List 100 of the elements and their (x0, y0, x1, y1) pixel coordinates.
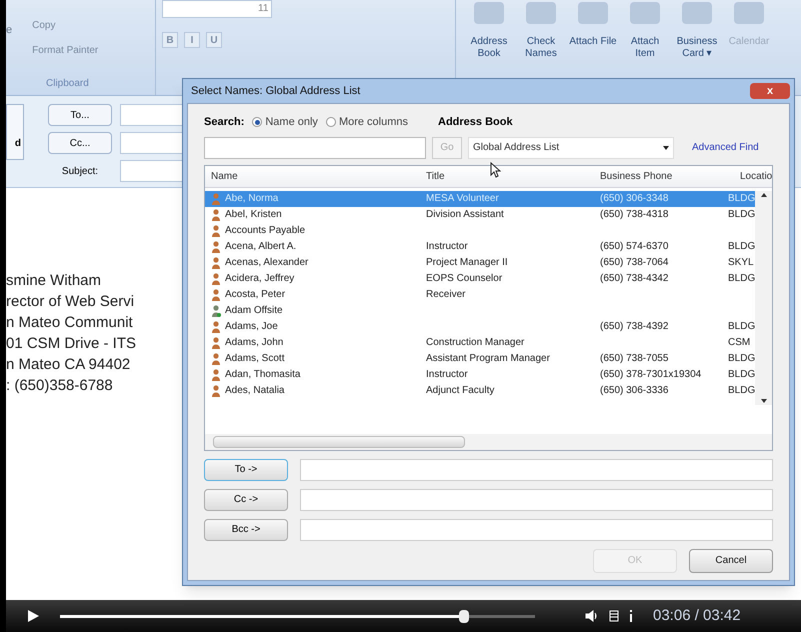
contact-row[interactable]: Adams, John Construction Manager CSM (205, 334, 756, 350)
paste-label: e (6, 23, 12, 38)
location-cell: BLDG (728, 273, 756, 284)
send-button[interactable]: d (6, 104, 24, 160)
play-icon[interactable] (26, 609, 40, 623)
title-cell: Adjunct Faculty (426, 385, 494, 396)
location-cell: BLDG (728, 353, 756, 364)
contact-row[interactable]: Abel, Kristen Division Assistant (650) 738-4318 BLDG (205, 206, 756, 222)
advanced-find-link[interactable]: Advanced Find (692, 140, 759, 155)
font-size-field[interactable]: 11 (162, 0, 272, 18)
signature-line: n Mateo CA 94402 (6, 355, 130, 375)
name-cell-text: Acosta, Peter (225, 288, 286, 302)
location-cell: BLDG (728, 193, 756, 204)
name-cell-text: Adams, Joe (225, 320, 278, 334)
person-icon (211, 192, 221, 204)
person-icon (211, 368, 221, 380)
phone-cell: (650) 738-7064 (600, 257, 668, 268)
column-header[interactable]: Business Phone (600, 168, 740, 184)
phone-cell: (650) 738-7055 (600, 353, 668, 364)
recipient-field[interactable] (300, 488, 773, 510)
ribbon-command[interactable]: Check Names (516, 2, 566, 95)
contact-row[interactable]: Accounts Payable (205, 222, 756, 238)
name-cell-text: Accounts Payable (225, 224, 306, 238)
person-icon (211, 256, 221, 268)
seek-handle[interactable] (458, 610, 468, 622)
phone-cell: (650) 306-3336 (600, 385, 668, 396)
location-cell: BLDG (728, 369, 756, 380)
search-radio[interactable]: Name only (252, 114, 318, 130)
title-cell: MESA Volunteer (426, 193, 499, 204)
location-cell: BLDG (728, 385, 756, 396)
person-icon (211, 352, 221, 364)
name-cell-text: Ades, Natalia (225, 384, 284, 398)
column-header[interactable]: Title (426, 168, 600, 184)
title-cell: EOPS Counselor (426, 273, 502, 284)
location-cell: BLDG (728, 209, 756, 220)
dialog-title: Select Names: Global Address List (190, 84, 360, 99)
chapters-icon[interactable] (609, 610, 619, 622)
contact-row[interactable]: Acenas, Alexander Project Manager II (650) 738-7064 SKYL (205, 254, 756, 270)
title-cell: Instructor (426, 369, 468, 380)
recipient-field[interactable] (300, 518, 773, 540)
video-time: 03:06 / 03:42 (653, 606, 741, 626)
title-cell: Division Assistant (426, 209, 504, 220)
contact-row[interactable]: Adan, Thomasita Instructor (650) 378-7301x19304 BLDG (205, 366, 756, 382)
name-cell-text: Adams, Scott (225, 352, 284, 366)
contact-row[interactable]: Acosta, Peter Receiver (205, 286, 756, 302)
column-header[interactable]: Name (205, 168, 426, 184)
volume-icon[interactable] (585, 610, 599, 622)
recipient-button[interactable]: Bcc -> (204, 518, 288, 540)
ribbon-command[interactable]: Address Book (464, 2, 514, 95)
address-button[interactable]: Cc... (48, 132, 112, 154)
location-cell: SKYL (728, 257, 754, 268)
dialog-button[interactable]: Cancel (689, 548, 773, 572)
person-icon (211, 320, 221, 332)
address-button[interactable]: To... (48, 104, 112, 126)
name-cell-text: Acidera, Jeffrey (225, 272, 294, 286)
signature-line: : (650)358-6788 (6, 376, 113, 396)
recipient-field[interactable] (300, 458, 773, 480)
search-radio[interactable]: More columns (326, 114, 408, 130)
address-book-dropdown[interactable]: Global Address List (468, 136, 674, 158)
ribbon-command[interactable]: Business Card ▾ (672, 2, 722, 95)
title-cell: Receiver (426, 289, 466, 300)
close-button[interactable]: x (750, 83, 790, 99)
horizontal-scrollbar[interactable] (205, 434, 772, 450)
phone-cell: (650) 738-4318 (600, 209, 668, 220)
column-header[interactable]: Locatio (740, 168, 772, 184)
contact-row[interactable]: Adams, Scott Assistant Program Manager (650) 738-7055 BLDG (205, 350, 756, 366)
person-icon (211, 240, 221, 252)
name-cell-text: Abel, Kristen (225, 208, 282, 222)
ribbon-command[interactable]: Attach File (568, 2, 618, 95)
name-cell-text: Acena, Albert A. (225, 240, 296, 254)
search-label: Search: (204, 115, 244, 130)
phone-cell: (650) 738-4392 (600, 321, 668, 332)
person-icon (211, 336, 221, 348)
person-icon (211, 288, 221, 300)
contact-row[interactable]: Adam Offsite (205, 302, 756, 318)
title-cell: Construction Manager (426, 337, 524, 348)
recipient-button[interactable]: Cc -> (204, 488, 288, 510)
title-cell: Assistant Program Manager (426, 353, 550, 364)
search-field[interactable] (204, 136, 426, 158)
phone-cell: (650) 378-7301x19304 (600, 369, 702, 380)
ribbon-command[interactable]: Attach Item (620, 2, 670, 95)
person-icon (211, 384, 221, 396)
recipient-button[interactable]: To -> (204, 458, 288, 480)
vertical-scrollbar[interactable] (755, 190, 772, 404)
title-cell: Project Manager II (426, 257, 508, 268)
signature-line: rector of Web Servi (6, 292, 134, 312)
name-cell-text: Acenas, Alexander (225, 256, 308, 270)
signature-line: n Mateo Communit (6, 313, 133, 333)
contact-row[interactable]: Acidera, Jeffrey EOPS Counselor (650) 738-4342 BLDG (205, 270, 756, 286)
name-cell-text: Adam Offsite (225, 304, 283, 318)
contact-row[interactable]: Adams, Joe (650) 738-4392 BLDG (205, 318, 756, 334)
name-cell-text: Adan, Thomasita (225, 368, 300, 382)
name-cell-text: Abe, Norma (225, 192, 278, 206)
location-cell: BLDG (728, 241, 756, 252)
contact-row[interactable]: Ades, Natalia Adjunct Faculty (650) 306-3336 BLDG (205, 382, 756, 398)
contact-row[interactable]: Acena, Albert A. Instructor (650) 574-6370 BLDG (205, 238, 756, 254)
subject-label: Subject: (60, 164, 100, 178)
info-icon[interactable] (629, 610, 633, 622)
phone-cell: (650) 574-6370 (600, 241, 668, 252)
person-icon (211, 304, 221, 316)
